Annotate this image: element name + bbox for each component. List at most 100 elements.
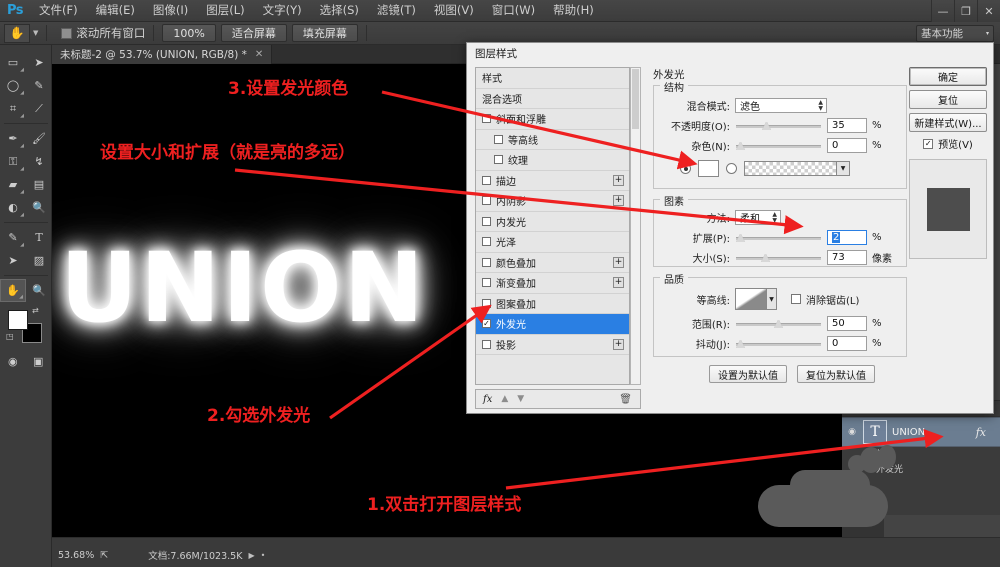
close-button[interactable]: ✕ (977, 0, 1000, 22)
plus-icon[interactable]: + (613, 338, 624, 350)
menu-filter[interactable]: 滤镜(T) (368, 2, 425, 20)
minimize-button[interactable]: — (931, 0, 954, 22)
size-input[interactable]: 73 (827, 250, 867, 265)
menu-edit[interactable]: 编辑(E) (87, 2, 144, 20)
spread-input[interactable]: 2 (827, 230, 867, 245)
eyedropper-tool-icon[interactable]: ⟋ (26, 97, 52, 120)
jitter-slider[interactable] (736, 339, 821, 349)
slider-knob[interactable] (774, 319, 783, 328)
zoom-100-button[interactable]: 100% (162, 24, 216, 42)
checkbox[interactable] (482, 175, 491, 185)
plus-icon[interactable]: + (613, 174, 624, 186)
menu-select[interactable]: 选择(S) (311, 2, 368, 20)
gradient-tool-icon[interactable]: ▤ (26, 173, 52, 196)
style-item-blending-options[interactable]: 混合选项 (476, 89, 629, 109)
glow-color-swatch[interactable] (698, 160, 719, 177)
checkbox-checked[interactable]: ✓ (482, 319, 491, 329)
checkbox[interactable] (482, 196, 491, 206)
checkbox-checked[interactable]: ✓ (923, 138, 934, 149)
style-item-stroke[interactable]: 描边 + (476, 171, 629, 191)
style-item-pattern-overlay[interactable]: 图案叠加 (476, 294, 629, 314)
opacity-input[interactable]: 35 (827, 118, 867, 133)
lasso-tool-icon[interactable]: ◯ ◢ (0, 74, 26, 97)
style-item-outer-glow[interactable]: ✓ 外发光 (476, 314, 629, 335)
menu-window[interactable]: 窗口(W) (483, 2, 544, 20)
styles-list[interactable]: 样式 混合选项 斜面和浮雕 等高线 纹理 描边 + 内阴影 + 内发光 光泽 颜… (475, 67, 630, 385)
checkbox[interactable] (482, 278, 491, 288)
healing-brush-tool-icon[interactable]: ✒ ◢ (0, 127, 26, 150)
plus-icon[interactable]: + (613, 277, 624, 289)
style-item-bevel-emboss[interactable]: 斜面和浮雕 (476, 109, 629, 130)
style-item-gradient-overlay[interactable]: 渐变叠加 + (476, 273, 629, 294)
checkbox[interactable] (482, 237, 491, 247)
menu-view[interactable]: 视图(V) (425, 2, 483, 20)
crop-tool-icon[interactable]: ⌗ ◢ (0, 97, 26, 120)
checkbox[interactable] (482, 339, 491, 349)
checkbox[interactable] (791, 294, 801, 304)
size-slider[interactable] (736, 253, 821, 263)
chevron-down-icon[interactable]: ▼ (33, 29, 38, 37)
slider-knob[interactable] (736, 339, 745, 348)
hand-tool-icon-selected[interactable]: ✋ ◢ (0, 279, 26, 302)
menu-image[interactable]: 图像(I) (144, 2, 197, 20)
slider-knob[interactable] (736, 233, 745, 242)
style-item-texture[interactable]: 纹理 (476, 150, 629, 171)
blend-mode-dropdown[interactable]: 滤色 ▲ ▼ (735, 98, 827, 113)
quick-mask-icon[interactable]: ◉ (0, 350, 26, 373)
share-icon[interactable]: ⇱ (100, 550, 108, 561)
workspace-selector[interactable]: 基本功能 ▾ (916, 25, 994, 42)
fit-screen-button[interactable]: 适合屏幕 (220, 24, 287, 42)
plus-icon[interactable]: + (613, 256, 624, 268)
blur-tool-icon[interactable]: ◐ ◢ (0, 196, 26, 219)
checkbox[interactable] (482, 114, 491, 124)
clone-stamp-tool-icon[interactable]: ⚿ ◢ (0, 150, 26, 173)
contour-preview[interactable] (735, 288, 767, 310)
scroll-all-windows-checkbox[interactable]: 滚动所有窗口 (61, 25, 145, 41)
layer-row-union[interactable]: ◉ T UNION fx (842, 417, 1000, 447)
menu-help[interactable]: 帮助(H) (544, 2, 603, 20)
quick-select-tool-icon[interactable]: ✎ (26, 74, 52, 97)
eraser-tool-icon[interactable]: ▰ ◢ (0, 173, 26, 196)
fill-screen-button[interactable]: 填充屏幕 (291, 24, 358, 42)
checkbox[interactable] (482, 216, 491, 226)
antialias-checkbox[interactable]: 消除锯齿(L) (791, 292, 859, 307)
history-brush-tool-icon[interactable]: ↯ (26, 150, 52, 173)
technique-dropdown[interactable]: 柔和 ▲ ▼ (735, 210, 781, 225)
dodge-tool-icon[interactable]: 🔍 (26, 196, 52, 219)
checkbox[interactable] (494, 134, 503, 144)
jitter-input[interactable]: 0 (827, 336, 867, 351)
slider-knob[interactable] (762, 121, 771, 130)
new-style-button[interactable]: 新建样式(W)... (909, 113, 987, 132)
marquee-tool-icon[interactable]: ▭ ◢ (0, 51, 26, 74)
style-item-color-overlay[interactable]: 颜色叠加 + (476, 253, 629, 273)
reset-to-default-button[interactable]: 复位为默认值 (797, 365, 875, 383)
style-item-inner-glow[interactable]: 内发光 (476, 212, 629, 232)
layer-thumbnail[interactable]: T (863, 420, 887, 444)
style-item-inner-shadow[interactable]: 内阴影 + (476, 191, 629, 212)
checkbox[interactable] (482, 257, 491, 267)
foreground-color-swatch[interactable] (8, 310, 28, 330)
hand-tool-icon[interactable]: ✋ (4, 23, 30, 43)
move-up-icon[interactable]: ▲ (501, 394, 508, 404)
trash-icon[interactable]: 🗑 (619, 394, 632, 405)
checkbox[interactable] (482, 298, 491, 308)
fx-icon[interactable]: fx (483, 394, 492, 405)
opacity-slider[interactable] (736, 121, 821, 131)
pen-tool-icon[interactable]: ✎ ◢ (0, 226, 26, 249)
style-item-satin[interactable]: 光泽 (476, 232, 629, 253)
plus-icon[interactable]: + (613, 195, 624, 207)
menu-type[interactable]: 文字(Y) (254, 2, 311, 20)
chevron-down-icon[interactable]: ▼ (837, 161, 850, 176)
checkbox-box[interactable] (61, 27, 73, 39)
maximize-button[interactable]: ❐ (954, 0, 977, 22)
gradient-fill-radio[interactable] (726, 163, 737, 174)
shape-tool-icon[interactable]: ▨ (26, 249, 52, 272)
brush-tool-icon[interactable]: 🖌 (26, 127, 52, 150)
slider-knob[interactable] (761, 253, 770, 262)
range-slider[interactable] (736, 319, 821, 329)
menu-layer[interactable]: 图层(L) (197, 2, 253, 20)
noise-slider[interactable] (736, 141, 821, 151)
zoom-level[interactable]: 53.68% (58, 550, 94, 561)
fx-icon[interactable]: fx (976, 426, 986, 439)
ok-button[interactable]: 确定 (909, 67, 987, 86)
